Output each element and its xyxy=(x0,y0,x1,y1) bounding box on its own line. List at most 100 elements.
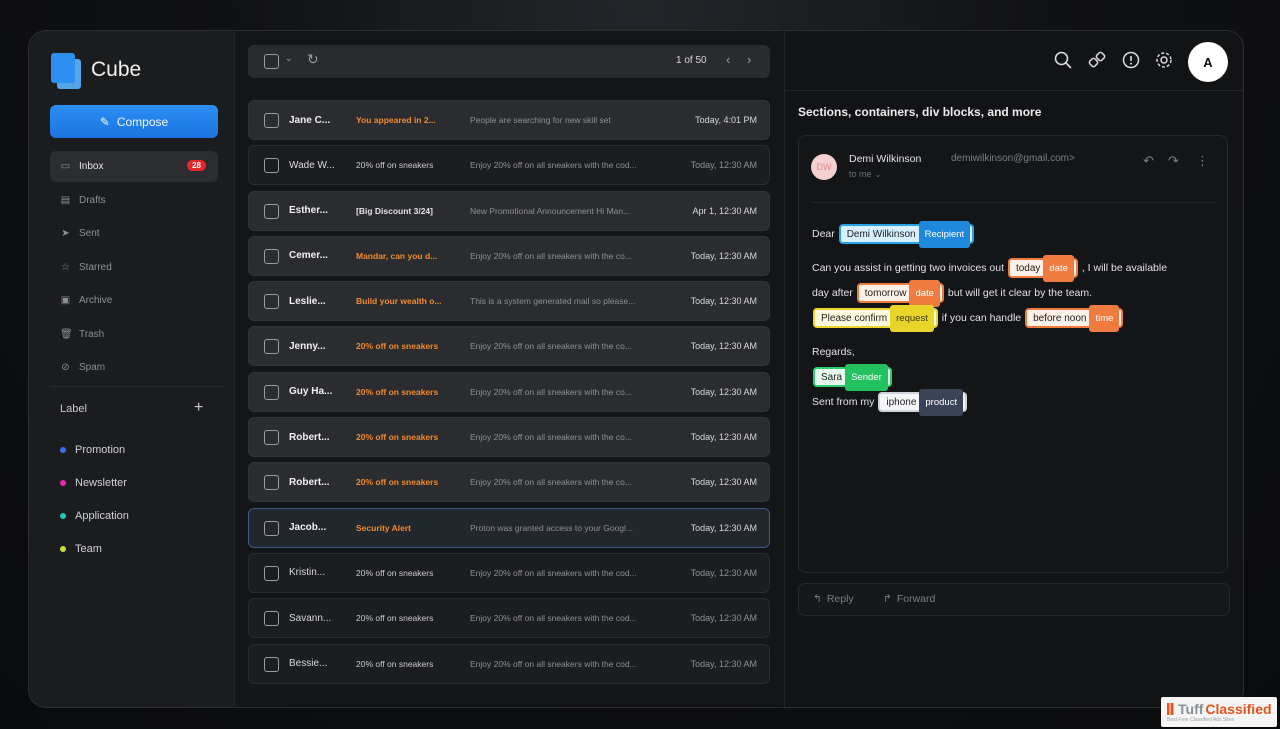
email-list: Jane C... You appeared in 2... People are … xyxy=(248,100,770,689)
link-icon[interactable] xyxy=(1087,51,1107,74)
label-item-newsletter[interactable]: Newsletter xyxy=(60,466,129,499)
more-icon[interactable]: ⋮ xyxy=(1196,153,1209,169)
sender-avatar: DW xyxy=(811,154,837,180)
sidebar-item-trash[interactable]: 🗑 Trash xyxy=(50,319,218,350)
date-tag-today[interactable]: today date xyxy=(1007,254,1078,282)
refresh-icon[interactable]: ↻ xyxy=(307,51,319,68)
email-row[interactable]: Guy Ha... 20% off on sneakers Enjoy 20% of… xyxy=(248,371,770,412)
email-sender: Savann... xyxy=(289,612,332,624)
reply-button[interactable]: ↰ Reply xyxy=(813,593,854,605)
reply-bar: ↰ Reply ↱ Forward xyxy=(798,583,1230,616)
watermark-logo: Tuff Classified Best Free Classified Ads … xyxy=(1161,697,1277,727)
row-checkbox[interactable] xyxy=(264,384,279,400)
row-checkbox[interactable] xyxy=(264,475,279,491)
time-type: time xyxy=(1089,304,1120,332)
email-sender: Jane C... xyxy=(289,114,331,126)
date-tag-tomorrow[interactable]: tomorrow date xyxy=(856,279,944,307)
row-checkbox[interactable] xyxy=(264,294,279,310)
email-sender: Guy Ha... xyxy=(289,386,333,398)
email-row[interactable]: Robert... 20% off on sneakers Enjoy 20% of… xyxy=(248,462,770,503)
reply-label: Reply xyxy=(826,593,854,605)
sidebar-item-drafts[interactable]: ▤ Drafts xyxy=(50,185,218,216)
compose-button[interactable]: ✎ Compose xyxy=(50,105,218,138)
label-item-team[interactable]: Team xyxy=(60,532,129,565)
send-icon: ➤ xyxy=(61,228,70,239)
email-sender: Jacob... xyxy=(289,522,327,534)
row-checkbox[interactable] xyxy=(264,656,279,672)
email-subject: 20% off on sneakers xyxy=(356,567,434,578)
email-row[interactable]: Jenny... 20% off on sneakers Enjoy 20% off… xyxy=(248,326,770,367)
row-checkbox[interactable] xyxy=(264,339,279,355)
previous-page-button[interactable]: ‹ xyxy=(726,52,730,67)
email-time: Today, 12:30 AM xyxy=(690,296,757,307)
forward-icon: ↱ xyxy=(883,593,892,605)
labels-list: Promotion Newsletter Application Team xyxy=(60,433,129,565)
email-preview: Enjoy 20% off on all sneakers with the c… xyxy=(470,160,637,171)
label-name: Team xyxy=(75,542,102,555)
row-checkbox[interactable] xyxy=(264,430,279,446)
gear-icon[interactable] xyxy=(1154,51,1174,74)
message-card: DW Demi Wilkinson demiwilkinson@gmail.co… xyxy=(798,135,1228,573)
email-preview: Enjoy 20% off on all sneakers with the c… xyxy=(470,250,632,261)
email-time: Today, 12:30 AM xyxy=(690,477,757,488)
mail-list-pane: ⌄ ↻ 1 of 50 ‹ › Jane C... You appeared in… xyxy=(236,31,783,707)
sidebar-item-starred[interactable]: ☆ Starred xyxy=(50,252,218,283)
label-item-application[interactable]: Application xyxy=(60,499,129,532)
sidebar-item-inbox[interactable]: ▭ Inbox 28 xyxy=(50,151,218,182)
chevron-down-icon[interactable]: ⌄ xyxy=(285,53,293,64)
draft-icon: ▤ xyxy=(60,194,71,206)
time-tag[interactable]: before noon time xyxy=(1025,304,1124,332)
email-row[interactable]: Robert... 20% off on sneakers Enjoy 20% of… xyxy=(248,417,770,458)
email-row[interactable]: Wade W... 20% off on sneakers Enjoy 20% of… xyxy=(248,145,770,186)
forward-button[interactable]: ↱ Forward xyxy=(883,593,935,605)
sidebar-item-archive[interactable]: ▣ Archive xyxy=(50,285,218,316)
request-tag[interactable]: Please confirm request xyxy=(813,304,938,332)
request-type: request xyxy=(890,304,934,332)
row-checkbox[interactable] xyxy=(264,565,279,581)
email-subject: 20% off on sneakers xyxy=(356,613,434,624)
date-type: date xyxy=(909,279,940,307)
forward-icon[interactable]: ↷ xyxy=(1168,153,1179,169)
bar-chart-icon xyxy=(1167,703,1176,715)
row-checkbox[interactable] xyxy=(264,203,279,219)
page-indicator: 1 of 50 xyxy=(676,55,707,66)
reply-icon[interactable]: ↶ xyxy=(1143,153,1154,169)
select-all-checkbox[interactable] xyxy=(264,54,279,69)
recipient-toggle[interactable]: to me ⌄ xyxy=(849,169,882,180)
alert-icon[interactable] xyxy=(1121,51,1141,74)
email-row[interactable]: Kristin... 20% off on sneakers Enjoy 20% o… xyxy=(248,552,770,593)
email-row[interactable]: Savann... 20% off on sneakers Enjoy 20% of… xyxy=(248,598,770,639)
row-checkbox[interactable] xyxy=(264,248,279,264)
row-checkbox[interactable] xyxy=(264,113,279,128)
label-name: Promotion xyxy=(75,443,126,456)
email-row[interactable]: Jacob... Security Alert Proton was granted… xyxy=(248,507,770,548)
list-toolbar: ⌄ ↻ 1 of 50 ‹ › xyxy=(248,45,770,78)
sidebar-item-label: Sent xyxy=(79,228,100,239)
sidebar-item-sent[interactable]: ➤ Sent xyxy=(50,218,218,249)
email-row[interactable]: Esther... [Big Discount 3/24] New Promotio… xyxy=(248,190,770,231)
sidebar-item-spam[interactable]: ⊘ Spam xyxy=(50,352,218,383)
email-row[interactable]: Leslie... Build your wealth o... This is a… xyxy=(248,281,770,322)
sidebar-item-label: Trash xyxy=(79,328,105,340)
app-window: Cube ✎ Compose ▭ Inbox 28 ▤ Drafts ➤ Sent ☆ Star… xyxy=(28,30,1244,708)
email-preview: People are searching for new skill set xyxy=(470,115,611,125)
email-row[interactable]: Cemer... Mandar, can you d... Enjoy 20% of… xyxy=(248,235,770,276)
email-subject: 20% off on sneakers xyxy=(356,341,439,352)
label-item-promotion[interactable]: Promotion xyxy=(60,433,129,466)
row-checkbox[interactable] xyxy=(264,611,279,627)
email-row[interactable]: Jane C... You appeared in 2... People are … xyxy=(248,100,770,140)
add-label-button[interactable]: + xyxy=(194,399,203,417)
label-color-dot xyxy=(60,512,66,519)
product-tag[interactable]: iphone product xyxy=(878,388,968,416)
product-type: product xyxy=(919,388,964,416)
sender-tag[interactable]: Sara Sender xyxy=(813,363,892,391)
row-checkbox[interactable] xyxy=(264,158,279,174)
nav-list: ▭ Inbox 28 ▤ Drafts ➤ Sent ☆ Starred ▣ Archive 🗑 Tra… xyxy=(50,151,218,386)
recipient-tag[interactable]: Demi Wilkinson Recipient xyxy=(838,220,975,248)
email-row[interactable]: Bessie... 20% off on sneakers Enjoy 20% of… xyxy=(248,643,770,684)
next-page-button[interactable]: › xyxy=(747,52,751,67)
label-color-dot xyxy=(60,479,66,486)
row-checkbox[interactable] xyxy=(264,520,279,536)
search-icon[interactable] xyxy=(1053,51,1073,74)
user-avatar[interactable]: A xyxy=(1188,42,1228,82)
